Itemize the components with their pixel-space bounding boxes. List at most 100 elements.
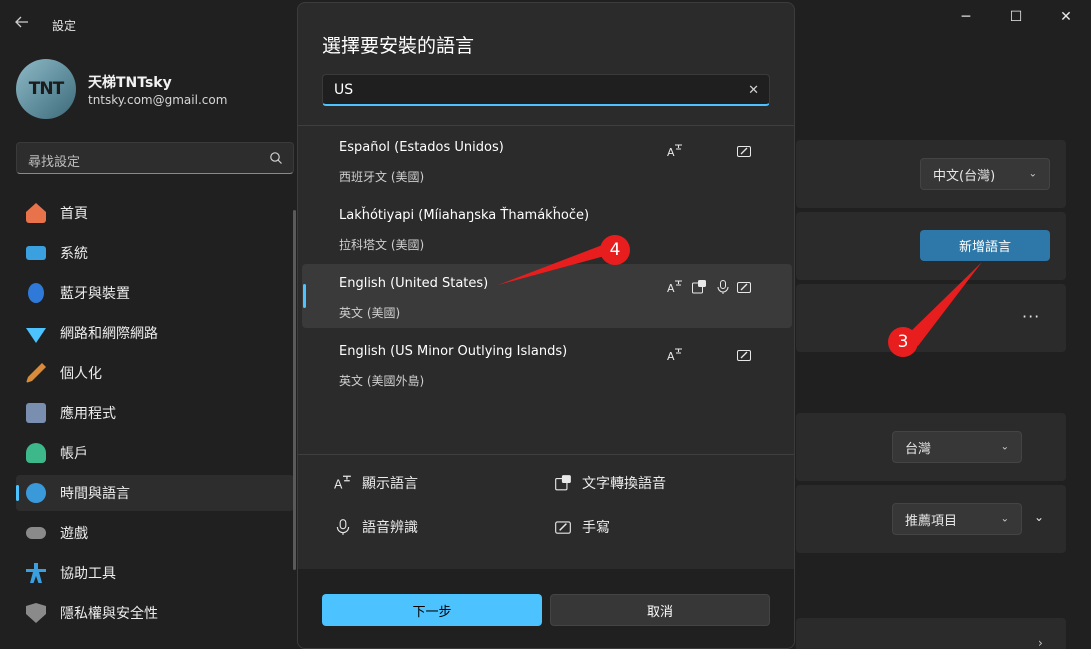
legend-tts: 文字轉換語音 [554, 473, 666, 493]
sidebar-item-label: 個人化 [60, 366, 102, 382]
sidebar-item-gaming[interactable]: 遊戲 [16, 515, 294, 551]
legend-handwriting: 手寫 [554, 517, 610, 537]
legend-label: 手寫 [582, 520, 610, 536]
cancel-button[interactable]: 取消 [550, 594, 770, 626]
sidebar-item-label: 應用程式 [60, 406, 116, 422]
region-dropdown[interactable]: 台灣 ⌄ [892, 431, 1022, 463]
sidebar-item-accessibility[interactable]: 協助工具 [16, 555, 294, 591]
text-to-speech-icon [555, 475, 571, 491]
dropdown-value: 台灣 [905, 441, 932, 457]
clear-icon[interactable]: ✕ [748, 83, 759, 98]
handwriting-icon [737, 350, 751, 361]
handwriting-icon [555, 521, 571, 534]
svg-text:A: A [667, 282, 675, 295]
display-language-icon: A [334, 475, 351, 492]
back-icon[interactable] [14, 14, 34, 34]
divider [298, 125, 794, 126]
sidebar-item-home[interactable]: 首頁 [16, 195, 294, 231]
sidebar-item-label: 時間與語言 [60, 486, 130, 502]
window-controls: ─ ☐ ✕ [941, 0, 1091, 34]
dropdown-value: 推薦項目 [905, 513, 958, 529]
install-language-dialog: 選擇要安裝的語言 US ✕ Español (Estados Unidos) 西… [297, 2, 795, 649]
language-name: Español (Estados Unidos) [339, 140, 504, 155]
user-email: tntsky.com@gmail.com [88, 93, 228, 107]
microphone-icon [336, 519, 350, 535]
sidebar-scrollbar[interactable] [293, 210, 296, 570]
app-title: 設定 [52, 19, 77, 33]
chevron-down-icon: ⌄ [1028, 168, 1037, 180]
language-subtitle: 英文 (美國外島) [339, 374, 425, 388]
sidebar-item-accounts[interactable]: 帳戶 [16, 435, 294, 471]
list-item-selected[interactable]: English (United States) 英文 (美國) A [302, 264, 792, 328]
sidebar-item-privacy[interactable]: 隱私權與安全性 [16, 595, 294, 631]
language-subtitle: 西班牙文 (美國) [339, 170, 425, 184]
list-item[interactable]: Lakȟótiyapi (Míiahaŋska Ťhamákȟoče) 拉科塔文… [302, 196, 792, 260]
microphone-icon [717, 280, 729, 294]
home-icon [26, 203, 46, 223]
sidebar-item-system[interactable]: 系統 [16, 235, 294, 271]
time-language-icon [26, 483, 46, 503]
sidebar-item-time-language[interactable]: 時間與語言 [16, 475, 294, 511]
display-language-dropdown[interactable]: 中文(台灣) ⌄ [920, 158, 1050, 190]
sidebar-item-label: 遊戲 [60, 526, 88, 542]
sidebar-item-bluetooth[interactable]: 藍牙與裝置 [16, 275, 294, 311]
expand-chevron-icon[interactable]: ⌄ [1034, 510, 1044, 524]
chevron-down-icon: ⌄ [1000, 513, 1009, 525]
bluetooth-icon [28, 283, 44, 303]
list-item[interactable]: Español (Estados Unidos) 西班牙文 (美國) A [302, 128, 792, 192]
next-button[interactable]: 下一步 [322, 594, 542, 626]
legend-label: 顯示語言 [362, 476, 418, 492]
sidebar-item-label: 協助工具 [60, 566, 116, 582]
sidebar-item-label: 藍牙與裝置 [60, 286, 130, 302]
regional-format-dropdown[interactable]: 推薦項目 ⌄ [892, 503, 1022, 535]
sidebar-item-label: 系統 [60, 246, 88, 262]
sidebar-item-apps[interactable]: 應用程式 [16, 395, 294, 431]
svg-text:A: A [667, 350, 675, 363]
search-value: US [334, 82, 354, 98]
shield-icon [26, 603, 46, 623]
display-language-icon: A [667, 348, 682, 363]
language-list: Español (Estados Unidos) 西班牙文 (美國) A Lak… [302, 128, 792, 400]
list-item[interactable]: English (US Minor Outlying Islands) 英文 (… [302, 332, 792, 396]
gaming-icon [26, 527, 46, 539]
sidebar-item-personalization[interactable]: 個人化 [16, 355, 294, 391]
language-name: English (US Minor Outlying Islands) [339, 344, 568, 359]
more-options-icon[interactable]: ··· [1022, 307, 1040, 326]
accessibility-icon [26, 563, 46, 583]
divider [298, 454, 794, 455]
language-subtitle: 拉科塔文 (美國) [339, 238, 425, 252]
add-language-button[interactable]: 新增語言 [920, 230, 1050, 261]
chevron-right-icon[interactable]: › [1038, 636, 1043, 649]
user-name: 天梯TNTsky [88, 75, 172, 91]
display-language-icon: A [667, 280, 682, 295]
sidebar-item-network[interactable]: 網路和網際網路 [16, 315, 294, 351]
handwriting-icon [737, 282, 751, 293]
settings-search-input[interactable]: 尋找設定 [16, 142, 294, 174]
sidebar-nav: 首頁 系統 藍牙與裝置 網路和網際網路 個人化 應用程式 帳戶 時間與語言 遊戲… [16, 195, 294, 635]
legend-label: 語音辨識 [362, 520, 418, 536]
language-subtitle: 英文 (美國) [339, 306, 401, 320]
language-search-input[interactable]: US ✕ [322, 74, 770, 106]
text-to-speech-icon [692, 280, 706, 294]
dropdown-value: 中文(台灣) [933, 168, 996, 184]
language-name: Lakȟótiyapi (Míiahaŋska Ťhamákȟoče) [339, 208, 590, 223]
search-icon [270, 152, 282, 164]
annotation-step-4: 4 [600, 235, 630, 265]
close-icon[interactable]: ✕ [1041, 0, 1091, 34]
system-icon [26, 246, 46, 260]
avatar[interactable]: TNT [16, 59, 76, 119]
dialog-title: 選擇要安裝的語言 [322, 35, 475, 57]
dialog-footer: 下一步 取消 [298, 569, 794, 648]
sidebar-item-label: 首頁 [60, 206, 88, 222]
legend-speech: 語音辨識 [334, 517, 418, 537]
sidebar-item-label: 帳戶 [60, 446, 88, 462]
apps-icon [26, 403, 46, 423]
minimize-icon[interactable]: ─ [941, 0, 991, 34]
brush-icon [26, 363, 46, 383]
sidebar-item-label: 隱私權與安全性 [60, 606, 158, 622]
svg-text:A: A [667, 146, 675, 159]
bottom-card [796, 618, 1066, 649]
account-icon [26, 443, 46, 463]
sidebar-item-label: 網路和網際網路 [60, 326, 158, 342]
maximize-icon[interactable]: ☐ [991, 0, 1041, 34]
